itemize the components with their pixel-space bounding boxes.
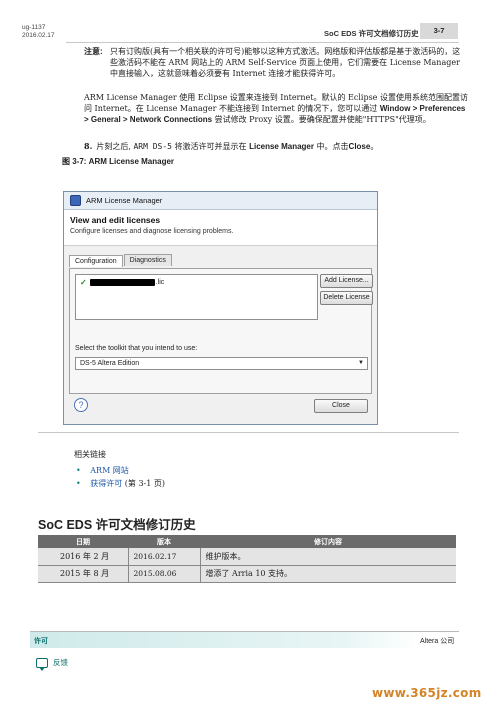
add-license-button[interactable]: Add License... [320, 274, 373, 288]
license-suffix: .lic [155, 279, 165, 286]
dialog-subheading: Configure licenses and diagnose licensin… [70, 228, 234, 235]
figure-caption: 图 3-7: ARM License Manager [62, 157, 175, 166]
site-watermark: www.365jz.com [372, 686, 482, 700]
speech-bubble-icon [36, 657, 48, 671]
link-get-license[interactable]: 获得许可 [90, 479, 122, 488]
page-number: 3-7 [420, 23, 458, 39]
feedback-link[interactable]: 反馈 [36, 657, 68, 671]
feedback-label: 反馈 [53, 658, 68, 667]
link-suffix: (第 3-1 页) [122, 479, 166, 488]
step-mid2: 中。点击 [316, 142, 349, 151]
toolkit-select-value: DS-5 Altera Edition [80, 360, 140, 367]
doc-meta: ug-1137 2016.02.17 [22, 24, 55, 40]
note-text: 只有订购版(具有一个相关联的许可号)能够以这种方式激活。网络版和评估版都是基于激… [110, 47, 461, 78]
figure-divider [38, 432, 459, 433]
help-icon[interactable]: ? [74, 398, 88, 412]
toolkit-label: Select the toolkit that you intend to us… [75, 345, 198, 352]
chevron-down-icon: ▼ [358, 360, 364, 366]
footer-company: Altera 公司 [420, 638, 455, 645]
doc-date: 2016.02.17 [22, 32, 55, 39]
cell-changes: 维护版本。 [200, 548, 456, 566]
col-header-changes: 修订内容 [200, 535, 456, 548]
related-links-label: 相关链接 [74, 450, 106, 459]
dialog-tabs: Configuration Diagnostics [69, 254, 173, 267]
license-manager-dialog: ARM License Manager View and edit licens… [63, 191, 378, 425]
cell-version: 2016.02.17 [128, 548, 201, 566]
list-item: ARM 网站 [76, 464, 165, 477]
checkmark-icon: ✓ [80, 278, 87, 287]
redacted-license-name [89, 279, 155, 286]
step-code: ARM DS-5 [133, 142, 172, 151]
cell-date: 2015 年 8 月 [38, 565, 129, 583]
list-item: 获得许可 (第 3-1 页) [76, 477, 165, 490]
running-header-title: SoC EDS 许可文档修订历史 [324, 29, 419, 38]
cell-date: 2016 年 2 月 [38, 548, 129, 566]
col-header-date: 日期 [38, 535, 128, 548]
step-pre: 片刻之后, [96, 142, 131, 151]
step-bold-close: Close [348, 142, 371, 151]
related-links-list: ARM 网站 获得许可 (第 3-1 页) [76, 464, 165, 490]
table-row: 2016 年 2 月 2016.02.17 维护版本。 [38, 548, 456, 566]
table-row: 2015 年 8 月 2015.08.06 增添了 Arria 10 支持。 [38, 565, 456, 583]
license-list-item[interactable]: ✓ .lic [76, 275, 317, 290]
close-button[interactable]: Close [314, 399, 368, 413]
step-bold-license-manager: License Manager [249, 142, 314, 151]
footer-divider [30, 631, 459, 632]
cell-changes: 增添了 Arria 10 支持。 [200, 565, 456, 583]
step-number: 8. [84, 141, 93, 151]
dialog-heading: View and edit licenses [70, 215, 161, 225]
step-end: 。 [370, 142, 379, 151]
revision-table: 日期 版本 修订内容 2016 年 2 月 2016.02.17 维护版本。 2… [38, 535, 456, 583]
paragraph-part2: 尝试修改 Proxy 设置。要确保配置并使能"HTTPS"代理项。 [212, 115, 431, 124]
doc-id: ug-1137 [22, 24, 46, 31]
dialog-header: View and edit licenses Configure license… [64, 210, 377, 246]
header-divider [66, 42, 459, 43]
tab-configuration[interactable]: Configuration [69, 255, 123, 267]
tab-diagnostics[interactable]: Diagnostics [123, 254, 172, 266]
dialog-titlebar: ARM License Manager [64, 192, 377, 210]
footer-band [30, 632, 420, 648]
link-arm-website[interactable]: ARM 网站 [90, 466, 129, 475]
configuration-panel: ✓ .lic Add License... Delete License Sel… [69, 268, 373, 394]
arm-app-icon [70, 195, 81, 206]
table-header-row: 日期 版本 修订内容 [38, 535, 456, 548]
step-8: 8. 片刻之后, ARM DS-5 将激活许可并显示在 License Manag… [84, 141, 469, 152]
col-header-version: 版本 [128, 535, 200, 548]
toolkit-select[interactable]: DS-5 Altera Edition ▼ [75, 357, 368, 370]
proxy-paragraph: ARM License Manager 使用 Eclipse 设置来连接到 In… [84, 92, 469, 125]
note-label: 注意: [84, 47, 103, 56]
section-title: SoC EDS 许可文档修订历史 [38, 518, 196, 532]
dialog-title: ARM License Manager [86, 196, 163, 205]
cell-version: 2015.08.06 [128, 565, 201, 583]
license-list[interactable]: ✓ .lic [75, 274, 318, 320]
note-block: 注意: 只有订购版(具有一个相关联的许可号)能够以这种方式激活。网络版和评估版都… [84, 46, 464, 79]
step-mid: 将激活许可并显示在 [174, 142, 247, 151]
footer-section-label: 许可 [34, 638, 48, 645]
delete-license-button[interactable]: Delete License [320, 291, 373, 305]
